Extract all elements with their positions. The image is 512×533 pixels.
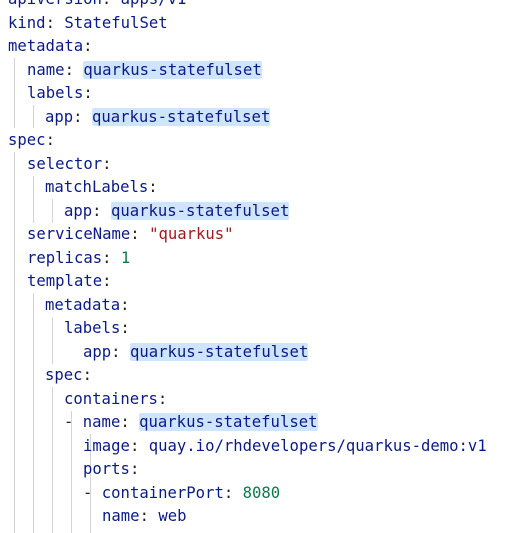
yaml-key: template	[27, 272, 103, 290]
list-item-dash: -	[64, 413, 83, 431]
colon: :	[73, 107, 83, 126]
code-line: containers:	[64, 388, 167, 412]
indent-guide	[52, 387, 53, 533]
yaml-value: web	[158, 507, 187, 525]
yaml-key: spec	[8, 131, 46, 149]
yaml-key: app	[45, 107, 74, 126]
indent-guide	[33, 176, 34, 223]
colon: :	[139, 507, 149, 525]
yaml-key: containerPort	[101, 483, 224, 502]
colon: :	[64, 60, 74, 79]
indent-guide	[14, 58, 15, 128]
code-line: ports:	[83, 458, 139, 482]
indent-guide	[14, 152, 15, 533]
yaml-value: quarkus-statefulset	[91, 107, 271, 126]
colon: :	[129, 460, 140, 478]
code-line: image: quay.io/rhdevelopers/quarkus-demo…	[83, 435, 487, 459]
colon: :	[45, 131, 55, 149]
yaml-key: kind	[8, 13, 46, 32]
code-line: spec:	[8, 129, 55, 153]
list-item-dash: -	[83, 483, 102, 502]
code-line: kind: StatefulSet	[8, 12, 168, 36]
yaml-key: name	[82, 413, 121, 431]
colon: :	[102, 154, 112, 173]
code-line: selector:	[27, 153, 112, 177]
colon: :	[111, 342, 121, 361]
colon: :	[120, 319, 130, 337]
yaml-value: StatefulSet	[64, 13, 168, 32]
code-line: app: quarkus-statefulset	[45, 106, 271, 130]
colon: :	[92, 201, 102, 220]
yaml-key: metadata	[8, 37, 84, 55]
yaml-key: image	[83, 436, 130, 455]
yaml-key: ports	[83, 460, 130, 478]
colon: :	[130, 225, 140, 243]
colon: :	[120, 413, 130, 431]
yaml-key: matchLabels	[45, 178, 149, 196]
colon: :	[129, 436, 140, 455]
yaml-value: 1	[120, 248, 131, 267]
code-line: name: quarkus-statefulset	[27, 59, 262, 83]
colon: :	[102, 272, 112, 290]
code-line: spec:	[45, 364, 92, 388]
yaml-key: apiVersion	[8, 0, 102, 8]
yaml-key: labels	[64, 319, 121, 337]
indent-guide	[33, 293, 34, 533]
yaml-value: apps/v1	[121, 0, 187, 8]
code-line: labels:	[27, 82, 93, 106]
code-line: matchLabels:	[45, 176, 158, 200]
code-line: app: quarkus-statefulset	[83, 341, 309, 365]
colon: :	[45, 13, 55, 32]
yaml-editor[interactable]: apiVersion: apps/v1kind: StatefulSetmeta…	[0, 0, 512, 533]
yaml-value: "quarkus"	[149, 225, 234, 243]
colon: :	[157, 389, 168, 408]
colon: :	[223, 483, 234, 502]
yaml-key: replicas	[27, 248, 103, 267]
indent-guide	[52, 317, 53, 364]
indent-guide	[52, 199, 53, 223]
colon: :	[83, 37, 93, 55]
yaml-key: labels	[27, 84, 84, 102]
colon: :	[102, 0, 111, 8]
yaml-key: name	[27, 60, 65, 79]
yaml-value: quay.io/rhdevelopers/quarkus-demo:v1	[148, 436, 487, 455]
yaml-value: quarkus-statefulset	[139, 413, 318, 431]
yaml-key: app	[83, 342, 112, 361]
yaml-value: 8080	[242, 483, 281, 502]
yaml-value: quarkus-statefulset	[83, 60, 262, 79]
yaml-key: spec	[45, 366, 83, 384]
yaml-key: selector	[27, 154, 103, 173]
code-line: labels:	[64, 317, 130, 341]
colon: :	[83, 84, 93, 102]
yaml-value: quarkus-statefulset	[110, 201, 290, 220]
colon: :	[120, 295, 130, 314]
code-line: metadata:	[45, 294, 130, 318]
yaml-key: serviceName	[27, 225, 131, 243]
colon: :	[148, 178, 158, 196]
yaml-key: containers	[64, 389, 158, 408]
code-line: name: web	[102, 505, 187, 529]
code-line: - name: quarkus-statefulset	[64, 411, 318, 435]
yaml-key: app	[64, 201, 93, 220]
yaml-value: quarkus-statefulset	[129, 342, 309, 361]
code-line: serviceName: "quarkus"	[27, 223, 234, 247]
code-line: replicas: 1	[27, 247, 130, 271]
yaml-key: metadata	[45, 295, 121, 314]
yaml-key: name	[102, 507, 140, 525]
colon: :	[82, 366, 92, 384]
colon: :	[102, 248, 112, 267]
code-line: - containerPort: 8080	[83, 482, 280, 506]
indent-guide	[33, 105, 34, 128]
code-line: template:	[27, 270, 112, 294]
code-line: app: quarkus-statefulset	[64, 200, 290, 224]
code-line: apiVersion: apps/v1	[8, 0, 186, 12]
code-line: metadata:	[8, 35, 93, 59]
